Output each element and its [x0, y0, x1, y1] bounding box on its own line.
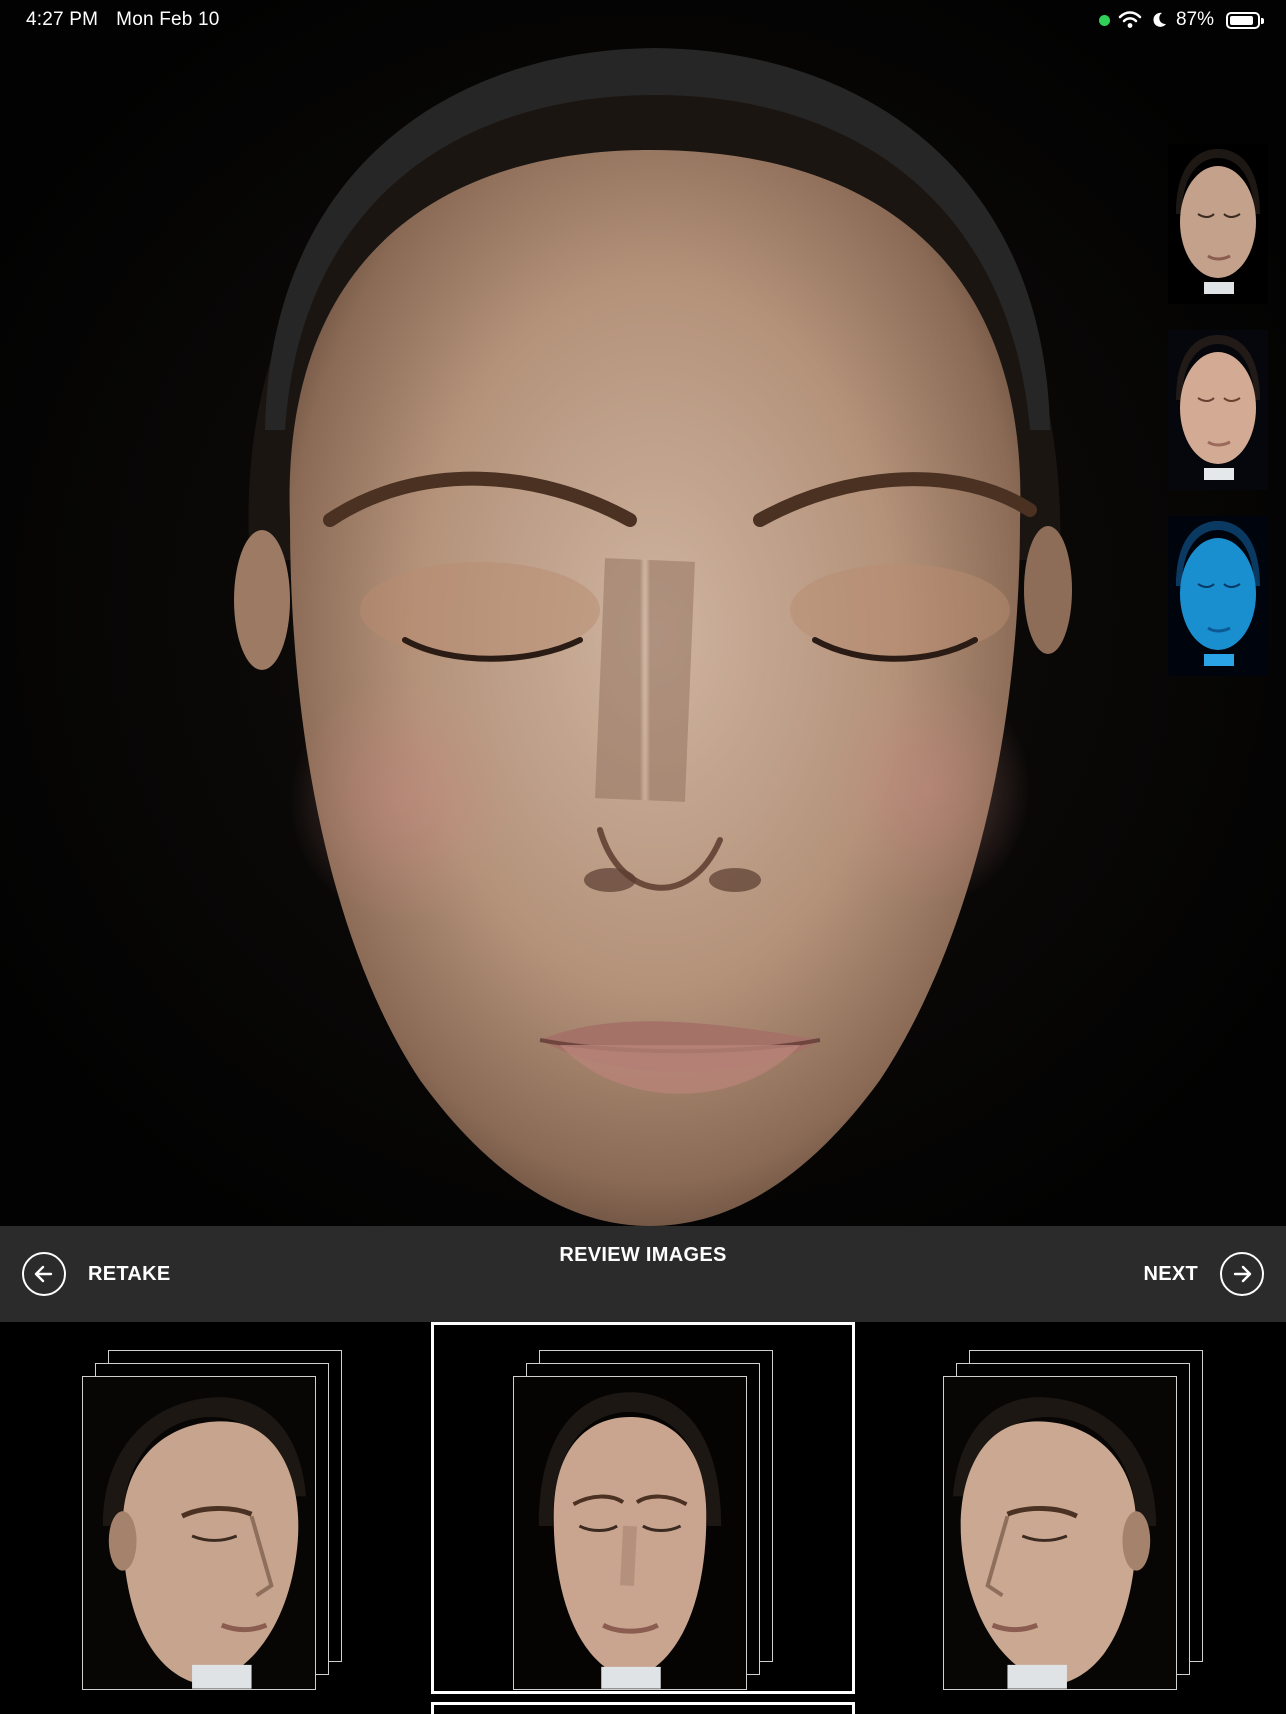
left-profile-thumbnail — [83, 1377, 315, 1689]
side-thumbnail-uv[interactable] — [1168, 516, 1268, 676]
face-illustration — [0, 0, 1286, 1226]
wifi-icon — [1118, 11, 1142, 28]
side-thumbnail-standard[interactable] — [1168, 144, 1268, 304]
selected-set-indicator — [431, 1702, 855, 1714]
main-face-image — [0, 0, 1286, 1226]
next-label: NEXT — [1143, 1262, 1198, 1285]
battery-percentage: 87% — [1175, 9, 1214, 30]
arrow-right-circle-icon — [1220, 1252, 1264, 1296]
image-set-front[interactable] — [513, 1350, 773, 1690]
focus-moon-icon — [1153, 12, 1166, 27]
front-thumbnail — [514, 1377, 746, 1689]
page-title: REVIEW IMAGES — [559, 1244, 727, 1266]
status-date: Mon Feb 10 — [116, 9, 220, 30]
image-set-left-profile[interactable] — [82, 1350, 342, 1690]
next-button[interactable]: NEXT — [1143, 1250, 1264, 1298]
right-profile-thumbnail — [944, 1377, 1176, 1689]
image-set-right-profile[interactable] — [943, 1350, 1203, 1690]
battery-icon — [1226, 11, 1264, 29]
review-control-bar: RETAKE REVIEW IMAGES NEXT — [0, 1226, 1286, 1322]
side-thumbnail-cross-polarized[interactable] — [1168, 330, 1268, 490]
side-thumbnail-list — [1168, 144, 1268, 702]
status-bar: 4:27 PM Mon Feb 10 87% — [0, 0, 1286, 40]
review-images-screen: 4:27 PM Mon Feb 10 87% RETAKE REVIEW IMA… — [0, 0, 1286, 1714]
image-set-strip — [0, 1322, 1286, 1714]
battery-level-fill — [1230, 15, 1253, 25]
camera-in-use-dot — [1098, 14, 1110, 26]
status-time: 4:27 PM — [26, 9, 99, 30]
